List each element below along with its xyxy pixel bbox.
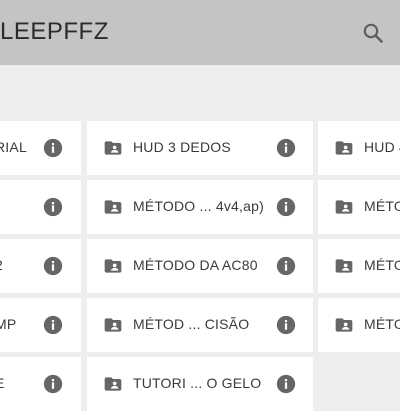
info-icon[interactable] bbox=[275, 196, 297, 218]
folder-shared-icon bbox=[333, 256, 355, 276]
folder-label: HUD 3 DEDOS bbox=[133, 139, 231, 155]
folder-label: MÉTO bbox=[364, 257, 400, 273]
folder-card[interactable]: HUD 4 bbox=[318, 121, 400, 175]
info-icon[interactable] bbox=[42, 137, 64, 159]
app-bar-title: LEEPFFZ bbox=[0, 18, 109, 45]
info-icon[interactable] bbox=[275, 137, 297, 159]
search-icon[interactable] bbox=[361, 21, 385, 45]
folder-label: MÉTODO DA AC80 bbox=[133, 257, 258, 273]
info-icon[interactable] bbox=[275, 314, 297, 336]
folder-shared-icon bbox=[333, 197, 355, 217]
folder-shared-icon bbox=[102, 197, 124, 217]
folder-card[interactable]: MÉTODO ... 4v4,ap) bbox=[87, 180, 313, 234]
folder-label: MP bbox=[0, 316, 17, 332]
info-icon[interactable] bbox=[42, 314, 64, 336]
info-icon[interactable] bbox=[42, 196, 64, 218]
folder-card[interactable]: 2 bbox=[0, 239, 81, 293]
folder-shared-icon bbox=[333, 315, 355, 335]
folder-shared-icon bbox=[102, 138, 124, 158]
folder-shared-icon bbox=[102, 256, 124, 276]
folder-card[interactable]: MP bbox=[0, 298, 81, 352]
info-icon[interactable] bbox=[275, 373, 297, 395]
info-icon[interactable] bbox=[275, 255, 297, 277]
folder-card[interactable]: MÉTO bbox=[318, 298, 400, 352]
folder-card[interactable]: TUTORI ... O GELO bbox=[87, 357, 313, 411]
folder-label: E bbox=[0, 375, 5, 391]
folder-card[interactable]: RIAL bbox=[0, 121, 81, 175]
folder-grid: RIAL HUD 3 DEDOS HUD 4 MÉTODO ... 4v4,ap… bbox=[0, 121, 400, 411]
folder-shared-icon bbox=[102, 374, 124, 394]
folder-shared-icon bbox=[333, 138, 355, 158]
folder-label: MÉTODO ... 4v4,ap) bbox=[133, 198, 264, 214]
folder-card[interactable] bbox=[0, 180, 81, 234]
folder-label: MÉTO bbox=[364, 316, 400, 332]
folder-card[interactable]: MÉTO bbox=[318, 239, 400, 293]
folder-card[interactable]: E bbox=[0, 357, 81, 411]
folder-card[interactable]: MÉTO bbox=[318, 180, 400, 234]
folder-label: HUD 4 bbox=[364, 139, 400, 155]
folder-card[interactable]: HUD 3 DEDOS bbox=[87, 121, 313, 175]
info-icon[interactable] bbox=[42, 373, 64, 395]
folder-label: MÉTOD ... CISÃO bbox=[133, 316, 250, 332]
folder-label: MÉTO bbox=[364, 198, 400, 214]
folder-shared-icon bbox=[102, 315, 124, 335]
sub-header bbox=[0, 65, 400, 120]
info-icon[interactable] bbox=[42, 255, 64, 277]
folder-label: 2 bbox=[0, 257, 3, 273]
folder-card[interactable]: MÉTODO DA AC80 bbox=[87, 239, 313, 293]
folder-label: RIAL bbox=[0, 139, 27, 155]
folder-card[interactable]: MÉTOD ... CISÃO bbox=[87, 298, 313, 352]
folder-label: TUTORI ... O GELO bbox=[133, 375, 262, 391]
app-bar: LEEPFFZ bbox=[0, 0, 400, 65]
